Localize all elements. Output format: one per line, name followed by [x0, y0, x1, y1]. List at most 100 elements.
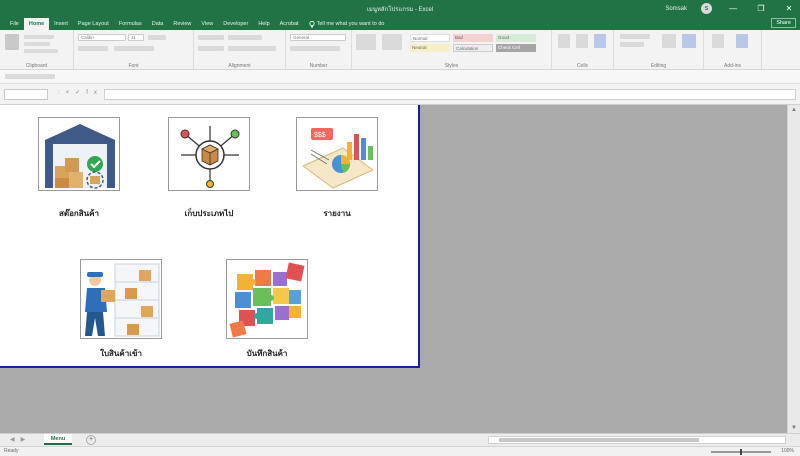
tab-review[interactable]: Review: [168, 18, 196, 30]
copy-button[interactable]: [24, 42, 50, 46]
lightbulb-icon: [308, 20, 315, 27]
font-grow-shrink[interactable]: [148, 35, 166, 40]
delete-cells-icon[interactable]: [576, 34, 588, 48]
report-chart-icon: $$$: [296, 117, 378, 191]
autosum-button[interactable]: [620, 34, 650, 39]
formula-input[interactable]: [104, 89, 796, 100]
number-group: General Number: [286, 30, 352, 70]
alignment-label: Alignment: [228, 63, 251, 69]
editing-label: Editing: [650, 63, 667, 69]
bold-italic-underline[interactable]: [78, 46, 108, 51]
scroll-down-icon[interactable]: ▼: [791, 425, 797, 431]
svg-text:$$$: $$$: [314, 132, 326, 139]
font-name-select[interactable]: Calibri: [78, 34, 126, 41]
sheet-tab-menu[interactable]: Menu: [44, 434, 72, 445]
puzzle-icon: [226, 259, 308, 339]
warehouse-icon: [38, 117, 120, 191]
horizontal-scroll-thumb[interactable]: [499, 438, 699, 442]
editing-group: Editing: [614, 30, 704, 70]
tab-view[interactable]: View: [196, 18, 218, 30]
tile-label: ใบสินค้าเข้า: [100, 349, 142, 358]
find-select-icon[interactable]: [682, 34, 696, 48]
tab-home[interactable]: Home: [23, 18, 50, 30]
status-ready: Ready: [4, 448, 19, 454]
tab-help[interactable]: Help: [253, 18, 274, 30]
package-network-icon: [168, 117, 250, 191]
quick-access-toolbar: [0, 70, 800, 84]
close-button[interactable]: ✕: [782, 4, 796, 13]
zoom-level[interactable]: 100%: [781, 448, 794, 454]
clipboard-group: Clipboard: [0, 30, 74, 70]
wrap-text-button[interactable]: [228, 35, 262, 40]
align-left-buttons[interactable]: [198, 46, 224, 51]
sort-filter-icon[interactable]: [662, 34, 676, 48]
tab-developer[interactable]: Developer: [218, 18, 253, 30]
name-box[interactable]: [4, 89, 48, 100]
font-label: Font: [128, 63, 139, 69]
tab-formulas[interactable]: Formulas: [114, 18, 147, 30]
alignment-group: Alignment: [194, 30, 286, 70]
user-name[interactable]: Somsak: [665, 6, 687, 12]
maximize-button[interactable]: ❐: [754, 4, 768, 13]
style-bad[interactable]: Bad: [453, 34, 493, 42]
tile-label: สต๊อกสินค้า: [59, 209, 99, 218]
tab-page-layout[interactable]: Page Layout: [73, 18, 114, 30]
avatar[interactable]: S: [701, 3, 712, 14]
number-format-select[interactable]: General: [290, 34, 346, 41]
menu-panel: สต๊อกสินค้า เก็บประเภทไป $$$ รายงาน ใบสิ…: [0, 105, 420, 368]
format-painter-button[interactable]: [24, 49, 58, 53]
addins-label: Add-ins: [724, 63, 741, 69]
tile-label: เก็บประเภทไป: [184, 209, 234, 218]
zoom-slider[interactable]: [711, 449, 772, 455]
tell-me-box[interactable]: Tell me what you want to do: [304, 18, 390, 30]
format-as-table-button[interactable]: [382, 34, 402, 50]
styles-group: Normal Bad Good Neutral Calculation Chec…: [352, 30, 552, 70]
clipboard-label: Clipboard: [25, 63, 48, 69]
add-sheet-icon[interactable]: +: [86, 435, 96, 445]
format-cells-icon[interactable]: [594, 34, 606, 48]
style-calculation[interactable]: Calculation: [453, 44, 493, 52]
number-label: Number: [309, 63, 328, 69]
title-bar: เมนูหลักโปรแกรม - Excel Somsak S — ❐ ✕: [0, 0, 800, 17]
ribbon-tabs: File Home Insert Page Layout Formulas Da…: [0, 17, 800, 30]
font-size-select[interactable]: 11: [128, 34, 144, 41]
tab-data[interactable]: Data: [147, 18, 169, 30]
styles-label: Styles: [444, 63, 459, 69]
quick-access-buttons[interactable]: [5, 74, 55, 79]
minimize-button[interactable]: —: [726, 4, 740, 13]
style-check-cell[interactable]: Check Cell: [496, 44, 536, 52]
horizontal-scrollbar[interactable]: [488, 436, 786, 444]
cells-group: Cells: [552, 30, 614, 70]
formula-bar: :×✓fx: [0, 84, 800, 105]
tab-insert[interactable]: Insert: [49, 18, 73, 30]
number-format-buttons[interactable]: [290, 46, 340, 51]
conditional-formatting-button[interactable]: [356, 34, 376, 50]
sheet-nav-arrows[interactable]: ◀▶: [10, 436, 31, 443]
addins-group: Add-ins: [704, 30, 762, 70]
tell-me-text: Tell me what you want to do: [316, 21, 385, 27]
tab-file[interactable]: File: [5, 18, 24, 30]
vertical-scrollbar[interactable]: ▲ ▼: [787, 105, 800, 433]
tile-label: บันทึกสินค้า: [246, 349, 288, 358]
tab-acrobat[interactable]: Acrobat: [275, 18, 304, 30]
scroll-up-icon[interactable]: ▲: [791, 107, 797, 113]
align-top-buttons[interactable]: [198, 35, 224, 40]
cut-button[interactable]: [24, 35, 54, 39]
formula-buttons[interactable]: :×✓fx: [58, 89, 103, 96]
fx-label: fx: [86, 90, 103, 96]
status-bar: Ready 100%: [0, 446, 800, 456]
merge-center-button[interactable]: [228, 46, 276, 51]
share-button[interactable]: Share: [771, 18, 796, 28]
style-good[interactable]: Good: [496, 34, 536, 42]
sheet-tab-bar: ◀▶ Menu +: [0, 433, 800, 446]
borders-fill-color[interactable]: [114, 46, 154, 51]
paste-icon[interactable]: [5, 34, 19, 50]
addins-icon[interactable]: [712, 34, 724, 48]
ribbon: Clipboard Calibri 11 Font Alignment Gene…: [0, 30, 800, 70]
create-pdf-icon[interactable]: [736, 34, 748, 48]
fill-button[interactable]: [620, 42, 644, 47]
font-group: Calibri 11 Font: [74, 30, 194, 70]
style-normal[interactable]: Normal: [410, 34, 450, 42]
style-neutral[interactable]: Neutral: [410, 44, 450, 52]
insert-cells-icon[interactable]: [558, 34, 570, 48]
